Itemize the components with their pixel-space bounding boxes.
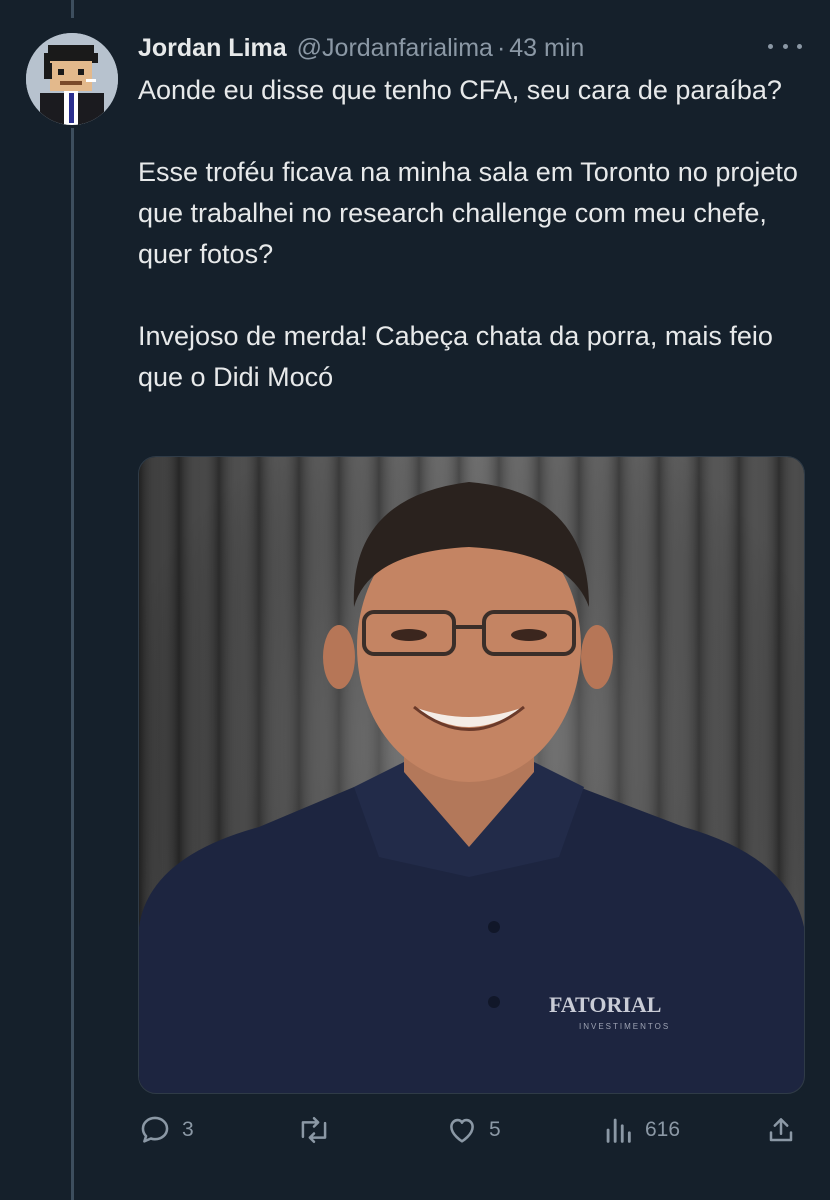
views-chart-icon <box>606 1118 631 1143</box>
avatar[interactable] <box>26 33 118 125</box>
tweet-paragraph-1: Aonde eu disse que tenho CFA, seu cara d… <box>138 75 782 105</box>
share-button[interactable] <box>766 1108 796 1152</box>
shirt-logo-text: FATORIAL <box>549 992 661 1017</box>
views-count: 616 <box>645 1118 681 1141</box>
pixel-art-avatar-icon <box>26 33 118 125</box>
more-horizontal-icon[interactable] <box>768 36 802 56</box>
tweet-paragraph-2: Esse troféu ficava na minha sala em Toro… <box>138 157 798 269</box>
thread-line <box>71 128 74 1200</box>
share-icon <box>769 1118 793 1142</box>
author-display-name[interactable]: Jordan Lima <box>138 34 287 63</box>
views-button[interactable]: 616 <box>601 1108 680 1152</box>
author-handle[interactable]: @Jordanfarialima <box>297 34 493 63</box>
separator-dot: · <box>496 33 506 62</box>
retweet-button[interactable] <box>296 1108 342 1152</box>
shirt-logo-subtext: INVESTIMENTOS <box>579 1022 670 1031</box>
like-button[interactable]: 5 <box>445 1108 501 1152</box>
tweet-header: Jordan Lima @Jordanfarialima · 43 min <box>138 28 584 68</box>
tweet-paragraph-3: Invejoso de merda! Cabeça chata da porra… <box>138 321 773 392</box>
heart-icon <box>450 1118 474 1143</box>
like-count: 5 <box>489 1118 501 1141</box>
tweet-timestamp[interactable]: 43 min <box>509 34 584 63</box>
tweet-photo[interactable]: FATORIAL INVESTIMENTOS <box>138 456 805 1094</box>
retweet-icon <box>301 1116 327 1144</box>
reply-count: 3 <box>182 1118 194 1141</box>
tweet-actions: 3 5 616 <box>138 1108 803 1152</box>
thread-line-top <box>71 0 74 18</box>
reply-icon <box>141 1116 169 1143</box>
reply-button[interactable]: 3 <box>138 1108 194 1152</box>
tweet-text: Aonde eu disse que tenho CFA, seu cara d… <box>138 70 798 398</box>
